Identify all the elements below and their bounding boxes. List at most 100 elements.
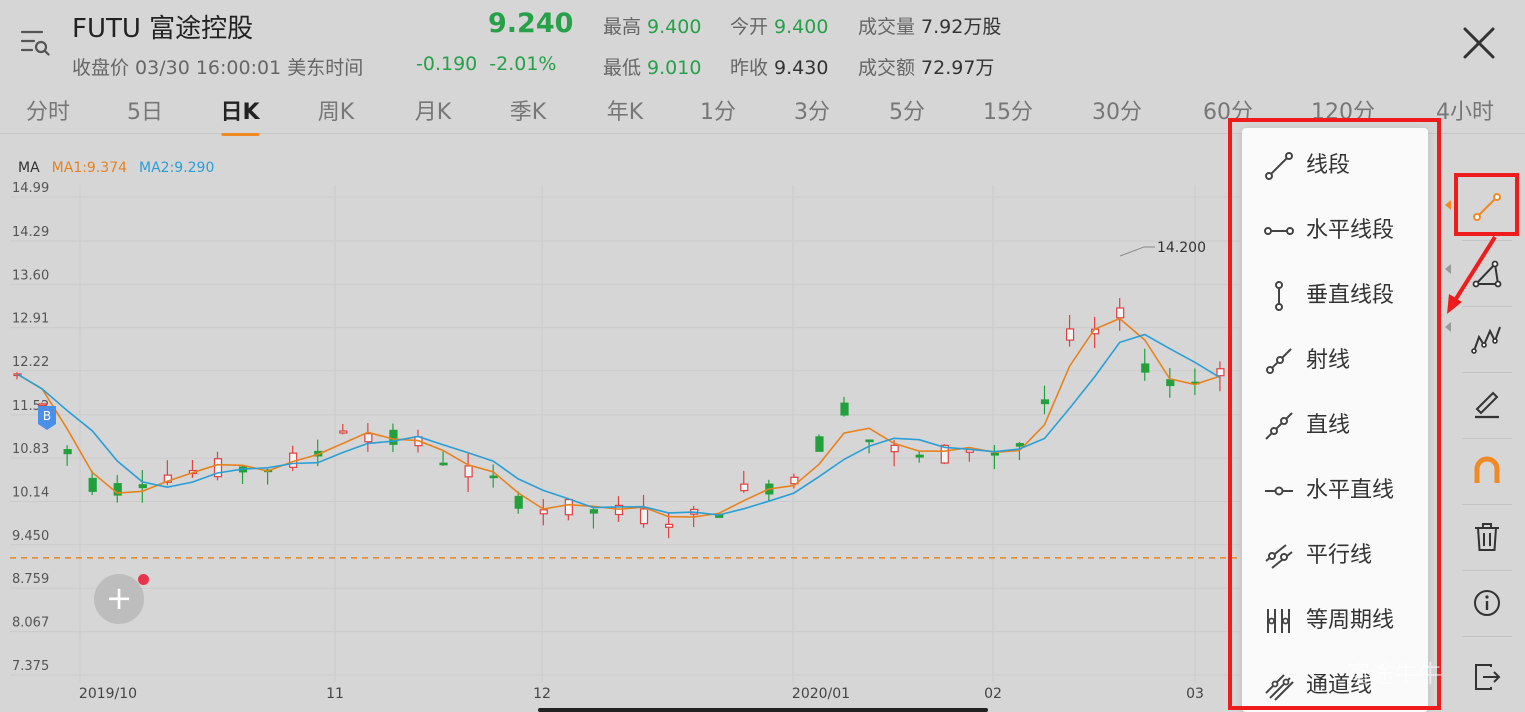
candlestick-chart[interactable]: 14.9914.2913.6012.9112.2211.5210.8310.14… <box>0 150 1240 712</box>
straight-line-icon <box>1265 412 1293 440</box>
line-segment-icon <box>1265 152 1293 180</box>
drawing-toolbar <box>1458 175 1516 712</box>
max-leader-line <box>1119 246 1155 257</box>
tab-4hour[interactable]: 4小时 <box>1436 94 1494 126</box>
tab-daily-k[interactable]: 日K <box>220 94 260 136</box>
candle-body <box>1040 399 1050 405</box>
submenu-caret <box>1445 200 1451 210</box>
tab-1min[interactable]: 1分 <box>700 94 736 126</box>
candle-body <box>1141 363 1150 373</box>
stat-volume: 成交量 7.92万股 <box>858 16 1002 38</box>
menu-item-line-segment[interactable]: 线段 <box>1242 131 1428 195</box>
menu-item-vertical-segment[interactable]: 垂直线段 <box>1242 261 1428 325</box>
toolbar-divider <box>1462 240 1512 241</box>
candle-body <box>138 484 147 489</box>
parallel-line-icon <box>1265 544 1293 569</box>
stat-low: 最低 9.010 <box>603 57 702 79</box>
horizontal-segment-icon <box>1264 227 1294 235</box>
stat-turnover: 成交额 72.97万 <box>858 57 995 79</box>
candle-body <box>915 454 924 458</box>
tab-120min[interactable]: 120分 <box>1311 94 1375 126</box>
toolbar-pen[interactable] <box>1458 373 1516 437</box>
candle-body <box>639 508 649 525</box>
ma2-line <box>16 333 1221 516</box>
max-price-label: 14.200 <box>1157 240 1206 256</box>
toolbar-info[interactable] <box>1458 571 1516 635</box>
tab-30min[interactable]: 30分 <box>1092 94 1142 126</box>
tab-weekly-k[interactable]: 周K <box>318 94 354 126</box>
info-icon <box>1474 590 1500 616</box>
menu-item-parallel-line[interactable]: 平行线 <box>1242 521 1428 585</box>
tab-quarterly-k[interactable]: 季K <box>510 94 546 126</box>
toolbar-divider <box>1462 504 1512 505</box>
candle-body <box>464 465 473 478</box>
menu-item-ray[interactable]: 射线 <box>1242 326 1428 390</box>
y-tick-label: 7.375 <box>12 659 49 674</box>
candle-body <box>815 436 824 452</box>
ma1-line <box>16 317 1221 518</box>
price-change: -0.190 -2.01% <box>416 53 556 75</box>
tab-5min[interactable]: 5分 <box>889 94 925 126</box>
x-tick-label: 11 <box>326 686 344 702</box>
menu-item-channel-line[interactable]: 通道线 <box>1242 651 1428 712</box>
menu-item-equal-period[interactable]: 等周期线 <box>1242 586 1428 650</box>
menu-item-horizontal-line[interactable]: 水平直线 <box>1242 456 1428 520</box>
x-tick-label: 03 <box>1186 686 1204 702</box>
toolbar-exit[interactable] <box>1458 645 1516 709</box>
buy-marker-label: B <box>43 409 51 423</box>
vertical-segment-icon <box>1275 281 1283 311</box>
change-percent: -2.01% <box>489 53 557 75</box>
candle-body <box>865 439 874 443</box>
candle-body <box>38 403 47 406</box>
y-tick-label: 10.14 <box>12 485 49 500</box>
candle-body <box>1116 307 1125 319</box>
toolbar-divider <box>1462 372 1512 373</box>
stock-header: FUTU 富途控股 收盘价 03/30 16:00:01 美东时间 9.240 … <box>0 0 1525 90</box>
ray-icon <box>1266 348 1292 374</box>
tab-intraday[interactable]: 分时 <box>26 94 70 126</box>
candle-body <box>890 444 899 453</box>
candle-body <box>88 477 97 492</box>
toolbar-wave-pattern[interactable] <box>1458 307 1516 371</box>
stat-prev-close: 昨收 9.430 <box>730 57 829 79</box>
y-tick-label: 9.450 <box>12 529 49 544</box>
submenu-caret <box>1445 264 1451 274</box>
stat-high: 最高 9.400 <box>603 16 702 38</box>
y-tick-label: 10.83 <box>12 442 49 457</box>
toolbar-magnet[interactable] <box>1458 439 1516 503</box>
toolbar-triangle[interactable] <box>1458 241 1516 305</box>
tab-monthly-k[interactable]: 月K <box>415 94 451 126</box>
tab-60min[interactable]: 60分 <box>1203 94 1253 126</box>
y-tick-label: 8.067 <box>12 616 49 631</box>
candle-body <box>840 402 849 416</box>
x-tick-label: 2020/01 <box>792 686 850 702</box>
tab-3min[interactable]: 3分 <box>794 94 830 126</box>
close-icon[interactable] <box>1460 24 1498 62</box>
draw-line-icon <box>1473 193 1501 221</box>
toolbar-divider <box>1462 636 1512 637</box>
toolbar-delete[interactable] <box>1458 505 1516 569</box>
toolbar-draw-line[interactable] <box>1458 175 1516 239</box>
candle-body <box>1166 379 1175 387</box>
x-tick-label: 2019/10 <box>79 686 137 702</box>
tab-15min[interactable]: 15分 <box>983 94 1033 126</box>
channel-line-icon <box>1265 674 1294 701</box>
x-tick-label: 12 <box>533 686 551 702</box>
menu-item-straight-line[interactable]: 直线 <box>1242 391 1428 455</box>
menu-item-horizontal-segment[interactable]: 水平线段 <box>1242 196 1428 260</box>
submenu-caret <box>1445 322 1451 332</box>
tab-yearly-k[interactable]: 年K <box>607 94 643 126</box>
candle-body <box>990 452 999 456</box>
toolbar-divider <box>1462 570 1512 571</box>
close-time-label: 收盘价 03/30 16:00:01 美东时间 <box>72 57 364 79</box>
equal-period-icon <box>1267 609 1290 633</box>
candle-body <box>364 433 373 443</box>
y-tick-label: 8.759 <box>12 572 49 587</box>
y-tick-label: 14.29 <box>12 225 49 240</box>
menu-search-icon[interactable] <box>20 28 50 58</box>
add-button[interactable]: + <box>94 574 144 624</box>
stock-title: FUTU 富途控股 <box>72 14 254 44</box>
tab-5day[interactable]: 5日 <box>127 94 163 126</box>
home-indicator <box>538 708 988 712</box>
notification-dot <box>138 574 149 585</box>
